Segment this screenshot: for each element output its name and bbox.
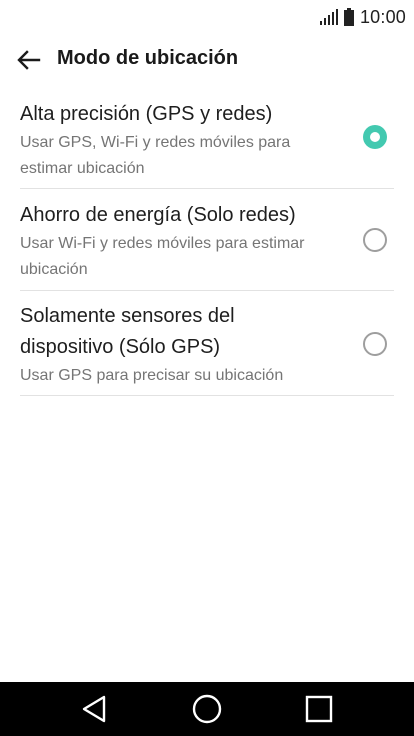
option-description: Usar Wi-Fi y redes móviles para estimar … bbox=[20, 235, 305, 278]
option-text: Alta precisión (GPS y redes) Usar GPS, W… bbox=[20, 88, 340, 182]
radio-button-unselected[interactable] bbox=[363, 228, 387, 252]
battery-icon bbox=[343, 8, 354, 26]
option-title: Ahorro de energía (Solo redes) bbox=[20, 204, 296, 226]
signal-bars-icon bbox=[319, 9, 338, 25]
option-title: Alta precisión (GPS y redes) bbox=[20, 103, 273, 125]
location-mode-options: Alta precisión (GPS y redes) Usar GPS, W… bbox=[20, 88, 394, 396]
back-button[interactable] bbox=[14, 46, 44, 74]
status-indicators: 10:00 bbox=[319, 6, 406, 28]
nav-home-circle-icon bbox=[192, 694, 222, 724]
status-bar: 10:00 bbox=[0, 0, 414, 34]
option-text: Solamente sensores del dispositivo (Sólo… bbox=[20, 291, 320, 389]
radio-button-selected[interactable] bbox=[363, 125, 387, 149]
nav-recents-square-icon bbox=[305, 695, 333, 723]
nav-recents-button[interactable] bbox=[302, 692, 336, 726]
nav-home-button[interactable] bbox=[190, 692, 224, 726]
option-title: Solamente sensores del dispositivo (Sólo… bbox=[20, 305, 235, 358]
screen: 10:00 Modo de ubicación Alta precisión (… bbox=[0, 0, 414, 736]
app-bar: Modo de ubicación bbox=[0, 36, 414, 84]
page-title: Modo de ubicación bbox=[57, 47, 239, 69]
option-description: Usar GPS, Wi-Fi y redes móviles para est… bbox=[20, 134, 291, 177]
back-arrow-icon bbox=[17, 50, 41, 70]
option-text: Ahorro de energía (Solo redes) Usar Wi-F… bbox=[20, 189, 340, 283]
option-high-accuracy[interactable]: Alta precisión (GPS y redes) Usar GPS, W… bbox=[20, 88, 394, 189]
navigation-bar bbox=[0, 682, 414, 736]
option-device-only[interactable]: Solamente sensores del dispositivo (Sólo… bbox=[20, 291, 394, 396]
option-description: Usar GPS para precisar su ubicación bbox=[20, 367, 284, 384]
status-time: 10:00 bbox=[359, 6, 406, 27]
radio-button-unselected[interactable] bbox=[363, 332, 387, 356]
option-battery-saving[interactable]: Ahorro de energía (Solo redes) Usar Wi-F… bbox=[20, 189, 394, 291]
nav-back-triangle-icon bbox=[82, 695, 106, 723]
nav-back-button[interactable] bbox=[77, 692, 111, 726]
